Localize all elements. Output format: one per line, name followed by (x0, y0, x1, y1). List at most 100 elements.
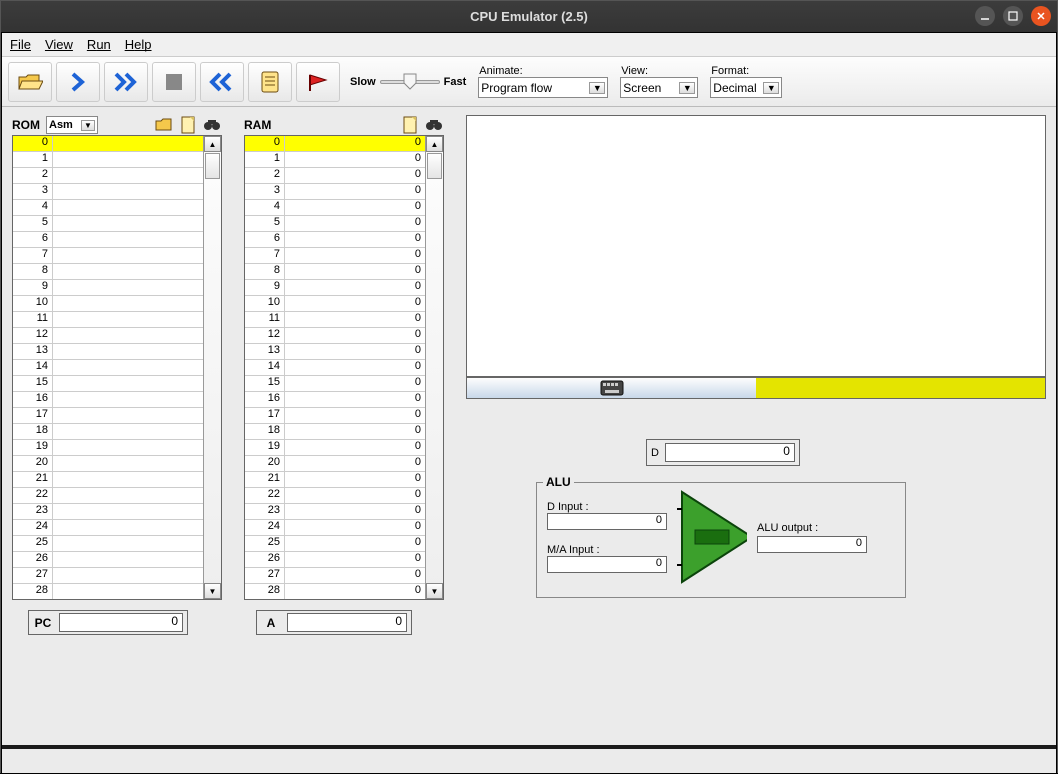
rom-mode-select[interactable]: Asm ▼ (46, 116, 98, 134)
pc-value[interactable]: 0 (59, 613, 183, 632)
rom-value[interactable] (53, 488, 203, 503)
ram-row[interactable]: 00 (245, 136, 425, 152)
ram-scrollbar[interactable]: ▲ ▼ (425, 136, 443, 599)
ram-row[interactable]: 270 (245, 568, 425, 584)
menu-run[interactable]: Run (87, 37, 111, 52)
maximize-button[interactable] (1003, 6, 1023, 26)
rom-value[interactable] (53, 136, 203, 151)
rom-row[interactable]: 2 (13, 168, 203, 184)
ram-value[interactable]: 0 (285, 280, 425, 295)
rom-value[interactable] (53, 376, 203, 391)
ram-row[interactable]: 100 (245, 296, 425, 312)
rom-value[interactable] (53, 504, 203, 519)
ram-row[interactable]: 200 (245, 456, 425, 472)
rom-row[interactable]: 28 (13, 584, 203, 599)
rom-value[interactable] (53, 312, 203, 327)
rom-row[interactable]: 11 (13, 312, 203, 328)
rom-value[interactable] (53, 408, 203, 423)
ram-value[interactable]: 0 (285, 472, 425, 487)
rom-value[interactable] (53, 424, 203, 439)
rom-value[interactable] (53, 200, 203, 215)
scroll-thumb[interactable] (205, 153, 220, 179)
open-button[interactable] (8, 62, 52, 102)
rom-row[interactable]: 23 (13, 504, 203, 520)
ram-value[interactable]: 0 (285, 376, 425, 391)
ram-row[interactable]: 160 (245, 392, 425, 408)
ram-value[interactable]: 0 (285, 424, 425, 439)
ram-row[interactable]: 210 (245, 472, 425, 488)
rom-row[interactable]: 13 (13, 344, 203, 360)
rom-value[interactable] (53, 360, 203, 375)
rom-scrollbar[interactable]: ▲ ▼ (203, 136, 221, 599)
ram-save-button[interactable] (400, 115, 420, 135)
ram-value[interactable]: 0 (285, 520, 425, 535)
rom-value[interactable] (53, 248, 203, 263)
ram-row[interactable]: 20 (245, 168, 425, 184)
alu-d-input[interactable]: 0 (547, 513, 667, 530)
ram-row[interactable]: 90 (245, 280, 425, 296)
ram-value[interactable]: 0 (285, 232, 425, 247)
ram-value[interactable]: 0 (285, 152, 425, 167)
ram-value[interactable]: 0 (285, 184, 425, 199)
rom-save-button[interactable] (178, 115, 198, 135)
ram-value[interactable]: 0 (285, 408, 425, 423)
rom-row[interactable]: 17 (13, 408, 203, 424)
ram-value[interactable]: 0 (285, 248, 425, 263)
rom-row[interactable]: 19 (13, 440, 203, 456)
rom-value[interactable] (53, 216, 203, 231)
ram-value[interactable]: 0 (285, 456, 425, 471)
rom-value[interactable] (53, 232, 203, 247)
ram-value[interactable]: 0 (285, 488, 425, 503)
rom-row[interactable]: 12 (13, 328, 203, 344)
run-button[interactable] (104, 62, 148, 102)
ram-row[interactable]: 120 (245, 328, 425, 344)
ram-value[interactable]: 0 (285, 568, 425, 583)
rom-row[interactable]: 4 (13, 200, 203, 216)
ram-value[interactable]: 0 (285, 536, 425, 551)
rom-row[interactable]: 5 (13, 216, 203, 232)
ram-value[interactable]: 0 (285, 392, 425, 407)
ram-find-button[interactable] (424, 115, 444, 135)
ram-row[interactable]: 220 (245, 488, 425, 504)
rom-row[interactable]: 18 (13, 424, 203, 440)
ram-row[interactable]: 280 (245, 584, 425, 599)
format-select[interactable]: Decimal ▼ (710, 77, 782, 98)
rom-row[interactable]: 1 (13, 152, 203, 168)
alu-ma-input[interactable]: 0 (547, 556, 667, 573)
ram-value[interactable]: 0 (285, 328, 425, 343)
rom-value[interactable] (53, 168, 203, 183)
rom-row[interactable]: 25 (13, 536, 203, 552)
ram-row[interactable]: 180 (245, 424, 425, 440)
ram-row[interactable]: 140 (245, 360, 425, 376)
ram-value[interactable]: 0 (285, 504, 425, 519)
rom-value[interactable] (53, 568, 203, 583)
ram-row[interactable]: 260 (245, 552, 425, 568)
rom-row[interactable]: 10 (13, 296, 203, 312)
rom-value[interactable] (53, 536, 203, 551)
rom-row[interactable]: 16 (13, 392, 203, 408)
ram-value[interactable]: 0 (285, 168, 425, 183)
scroll-down-icon[interactable]: ▼ (426, 583, 443, 599)
ram-row[interactable]: 10 (245, 152, 425, 168)
ram-row[interactable]: 30 (245, 184, 425, 200)
rom-row[interactable]: 22 (13, 488, 203, 504)
rom-value[interactable] (53, 152, 203, 167)
ram-row[interactable]: 110 (245, 312, 425, 328)
ram-value[interactable]: 0 (285, 440, 425, 455)
scroll-up-icon[interactable]: ▲ (426, 136, 443, 152)
ram-value[interactable]: 0 (285, 584, 425, 599)
rom-row[interactable]: 7 (13, 248, 203, 264)
ram-value[interactable]: 0 (285, 552, 425, 567)
rom-row[interactable]: 15 (13, 376, 203, 392)
ram-value[interactable]: 0 (285, 200, 425, 215)
ram-row[interactable]: 130 (245, 344, 425, 360)
ram-value[interactable]: 0 (285, 296, 425, 311)
ram-row[interactable]: 230 (245, 504, 425, 520)
rewind-button[interactable] (200, 62, 244, 102)
ram-row[interactable]: 50 (245, 216, 425, 232)
rom-value[interactable] (53, 328, 203, 343)
rom-row[interactable]: 9 (13, 280, 203, 296)
rom-row[interactable]: 14 (13, 360, 203, 376)
rom-row[interactable]: 21 (13, 472, 203, 488)
rom-row[interactable]: 20 (13, 456, 203, 472)
